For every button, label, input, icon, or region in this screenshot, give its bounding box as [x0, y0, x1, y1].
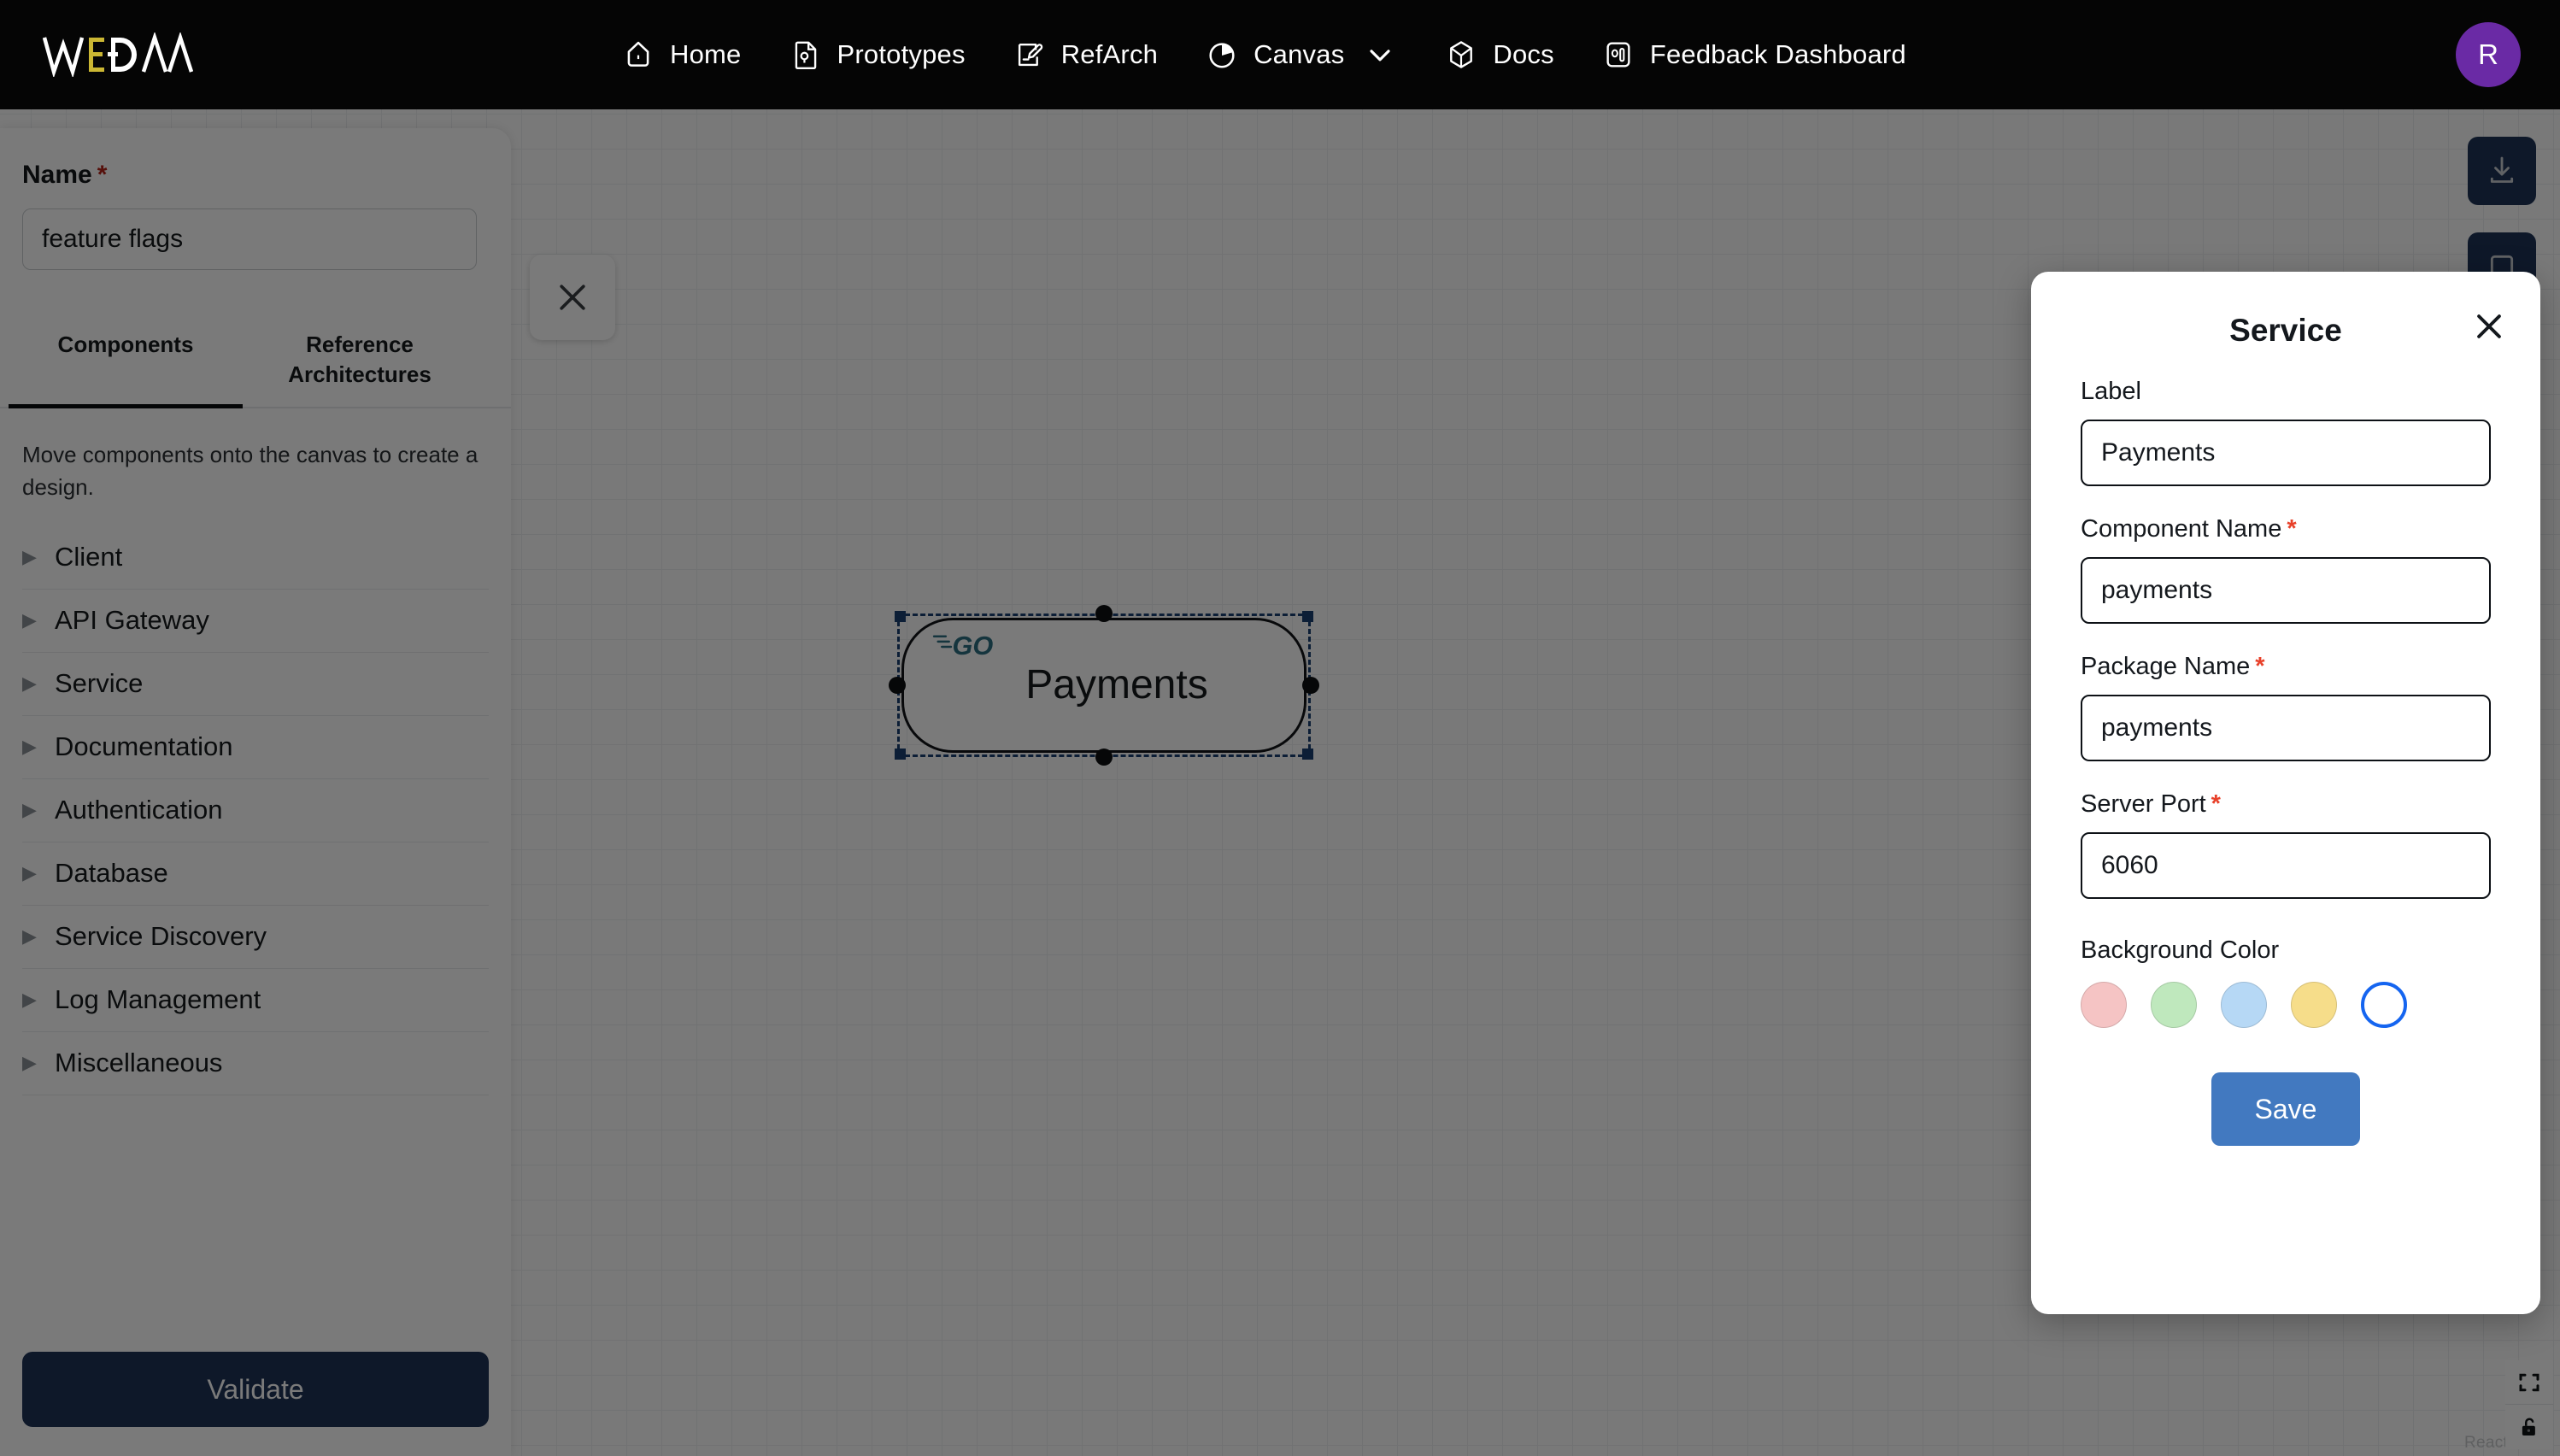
field-label-text: Server Port — [2081, 790, 2206, 818]
required-mark: * — [2287, 515, 2297, 543]
field-component-name-caption: Component Name * — [2081, 515, 2491, 543]
swatch-pink[interactable] — [2081, 982, 2127, 1028]
top-navigation-bar: Home Prototypes RefArch Canvas Docs Feed… — [0, 0, 2560, 109]
nav-label-canvas: Canvas — [1254, 39, 1345, 69]
field-server-port: Server Port * — [2081, 790, 2491, 899]
home-icon — [627, 41, 649, 67]
swatch-yellow[interactable] — [2291, 982, 2337, 1028]
field-package-name: Package Name * — [2081, 653, 2491, 761]
wedaa-logo-icon — [43, 32, 193, 77]
nav-item-canvas[interactable]: Canvas — [1182, 0, 1421, 109]
background-color-label: Background Color — [2081, 936, 2280, 964]
nav-label-feedback-dashboard: Feedback Dashboard — [1649, 39, 1906, 69]
dialog-title: Service — [2229, 313, 2342, 348]
nav-label-docs: Docs — [1493, 39, 1554, 69]
swatch-blue[interactable] — [2221, 982, 2267, 1028]
edit-document-icon — [1018, 43, 1042, 67]
save-button[interactable]: Save — [2211, 1072, 2360, 1146]
required-mark: * — [2211, 790, 2221, 818]
field-label-text: Label — [2081, 378, 2141, 405]
swatch-white[interactable] — [2361, 982, 2407, 1028]
nav-item-feedback-dashboard[interactable]: Feedback Dashboard — [1578, 0, 1930, 109]
label-input[interactable] — [2081, 420, 2491, 486]
nav-label-home: Home — [670, 39, 742, 69]
service-properties-dialog: Service Label Component Name* Package Na… — [2031, 272, 2540, 1314]
field-label: Label — [2081, 378, 2491, 486]
nav-label-prototypes: Prototypes — [837, 39, 966, 69]
nav-item-refarch[interactable]: RefArch — [989, 0, 1182, 109]
required-mark: * — [2255, 653, 2265, 680]
swatch-green[interactable] — [2151, 982, 2197, 1028]
nav-items: Home Prototypes RefArch Canvas Docs Feed… — [598, 0, 1930, 109]
field-label-text: Component Name — [2081, 515, 2282, 543]
pie-chart-icon — [1209, 43, 1235, 68]
nav-item-home[interactable]: Home — [598, 0, 766, 109]
user-avatar[interactable]: R — [2456, 22, 2521, 87]
dialog-close-button[interactable] — [2467, 304, 2511, 349]
nav-item-prototypes[interactable]: Prototypes — [766, 0, 989, 109]
bar-chart-icon — [1606, 42, 1630, 68]
background-color-swatches[interactable] — [2081, 982, 2491, 1028]
server-port-input[interactable] — [2081, 832, 2491, 899]
wedaa-logo[interactable] — [43, 31, 193, 79]
prototype-file-icon — [795, 41, 816, 70]
field-label-caption: Label — [2081, 378, 2491, 406]
chevron-down-icon[interactable] — [1363, 38, 1397, 72]
field-label-text: Package Name — [2081, 653, 2251, 680]
field-component-name: Component Name * — [2081, 515, 2491, 624]
package-name-input[interactable] — [2081, 695, 2491, 761]
close-icon — [2477, 314, 2501, 338]
field-package-name-caption: Package Name * — [2081, 653, 2491, 681]
field-server-port-caption: Server Port * — [2081, 790, 2491, 819]
cube-icon — [1450, 41, 1473, 68]
component-name-input[interactable] — [2081, 557, 2491, 624]
nav-label-refarch: RefArch — [1060, 39, 1159, 69]
nav-item-docs[interactable]: Docs — [1421, 0, 1577, 109]
